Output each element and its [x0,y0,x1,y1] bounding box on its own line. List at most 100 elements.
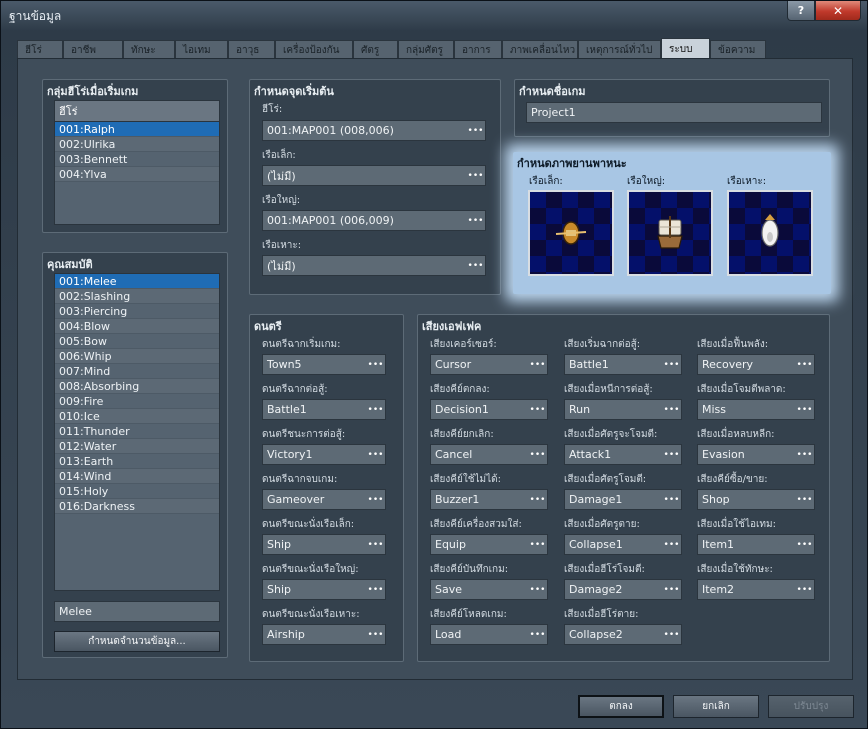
start-party-item[interactable]: 001:Ralph [55,122,219,137]
browse-icon[interactable]: ••• [530,448,546,461]
music-1-field[interactable]: Town5 ••• [262,354,386,375]
start-party-list[interactable]: ฮีโร่ 001:Ralph 002:Ulrika 003:Bennett 004:… [54,100,220,225]
browse-icon[interactable]: ••• [530,628,546,641]
tab-10[interactable]: ภาพเคลื่อนไหว [502,40,578,59]
browse-icon[interactable]: ••• [797,403,813,416]
browse-icon[interactable]: ••• [530,403,546,416]
sfx-col3-2-field[interactable]: Miss ••• [697,399,815,420]
sfx-col1-5-field[interactable]: Equip ••• [430,534,548,555]
browse-icon[interactable]: ••• [797,538,813,551]
music-7-field[interactable]: Airship ••• [262,624,386,645]
start-boat-field[interactable]: (ไม่มี) ••• [262,165,486,186]
ok-button[interactable]: ตกลง [578,695,664,718]
browse-icon[interactable]: ••• [468,169,484,182]
sfx-col2-7-field[interactable]: Collapse2 ••• [564,624,682,645]
sfx-col2-6-field[interactable]: Damage2 ••• [564,579,682,600]
attribute-item[interactable]: 002:Slashing [55,289,219,304]
tab-1[interactable]: ฮีโร่ [17,40,63,59]
start-party-item[interactable]: 002:Ulrika [55,137,219,152]
attribute-item[interactable]: 014:Wind [55,469,219,484]
sfx-col2-1-field[interactable]: Battle1 ••• [564,354,682,375]
attribute-item[interactable]: 011:Thunder [55,424,219,439]
airship-graphic-tile[interactable] [727,190,813,276]
sfx-col1-6-field[interactable]: Save ••• [430,579,548,600]
browse-icon[interactable]: ••• [664,583,680,596]
tab-8[interactable]: กลุ่มศัตรู [398,40,454,59]
tab-13[interactable]: ข้อความ [710,40,766,59]
start-party-item[interactable]: 004:Ylva [55,167,219,182]
browse-icon[interactable]: ••• [468,124,484,137]
browse-icon[interactable]: ••• [368,403,384,416]
tab-7[interactable]: ศัตรู [353,40,398,59]
title-bar[interactable]: ฐานข้อมูล [1,1,868,31]
tab-3[interactable]: ทักษะ [123,40,175,59]
ship-graphic-tile[interactable] [627,190,713,276]
attribute-item[interactable]: 003:Piercing [55,304,219,319]
sfx-col2-5-field[interactable]: Collapse1 ••• [564,534,682,555]
browse-icon[interactable]: ••• [530,583,546,596]
browse-icon[interactable]: ••• [368,628,384,641]
attribute-item[interactable]: 006:Whip [55,349,219,364]
music-2-field[interactable]: Battle1 ••• [262,399,386,420]
attribute-item[interactable]: 009:Fire [55,394,219,409]
tab-12[interactable]: ระบบ [661,38,710,60]
attribute-item[interactable]: 005:Bow [55,334,219,349]
game-title-input[interactable]: Project1 [526,102,822,123]
start-airship-field[interactable]: (ไม่มี) ••• [262,255,486,276]
tab-4[interactable]: ไอเทม [175,40,228,59]
browse-icon[interactable]: ••• [368,493,384,506]
sfx-col2-2-field[interactable]: Run ••• [564,399,682,420]
attribute-item[interactable]: 016:Darkness [55,499,219,514]
attribute-item[interactable]: 010:Ice [55,409,219,424]
browse-icon[interactable]: ••• [664,403,680,416]
sfx-col2-4-field[interactable]: Damage1 ••• [564,489,682,510]
browse-icon[interactable]: ••• [530,493,546,506]
help-button[interactable]: ? [787,1,815,21]
change-maximum-button[interactable]: กำหนดจำนวนข้อมูล... [54,631,220,652]
browse-icon[interactable]: ••• [664,493,680,506]
sfx-col3-3-field[interactable]: Evasion ••• [697,444,815,465]
attribute-item[interactable]: 007:Mind [55,364,219,379]
music-6-field[interactable]: Ship ••• [262,579,386,600]
browse-icon[interactable]: ••• [368,448,384,461]
sfx-col2-3-field[interactable]: Attack1 ••• [564,444,682,465]
browse-icon[interactable]: ••• [530,538,546,551]
sfx-col3-5-field[interactable]: Item1 ••• [697,534,815,555]
music-5-field[interactable]: Ship ••• [262,534,386,555]
browse-icon[interactable]: ••• [664,358,680,371]
tab-9[interactable]: อาการ [454,40,502,59]
attribute-name-field[interactable]: Melee [54,601,220,622]
browse-icon[interactable]: ••• [530,358,546,371]
music-4-field[interactable]: Gameover ••• [262,489,386,510]
browse-icon[interactable]: ••• [664,448,680,461]
apply-button[interactable]: ปรับปรุง [768,695,854,718]
attributes-list[interactable]: 001:Melee 002:Slashing 003:Piercing 004:Blo… [54,273,220,591]
attribute-item[interactable]: 004:Blow [55,319,219,334]
start-party-item[interactable]: 003:Bennett [55,152,219,167]
browse-icon[interactable]: ••• [368,358,384,371]
attribute-item[interactable]: 012:Water [55,439,219,454]
close-button[interactable]: ✕ [815,1,861,21]
cancel-button[interactable]: ยกเลิก [673,695,759,718]
music-3-field[interactable]: Victory1 ••• [262,444,386,465]
start-ship-field[interactable]: 001:MAP001 (006,009) ••• [262,210,486,231]
tab-5[interactable]: อาวุธ [228,40,275,59]
attribute-item[interactable]: 013:Earth [55,454,219,469]
sfx-col1-3-field[interactable]: Cancel ••• [430,444,548,465]
browse-icon[interactable]: ••• [664,538,680,551]
browse-icon[interactable]: ••• [468,259,484,272]
browse-icon[interactable]: ••• [368,538,384,551]
attribute-item[interactable]: 008:Absorbing [55,379,219,394]
sfx-col1-7-field[interactable]: Load ••• [430,624,548,645]
attribute-item[interactable]: 015:Holy [55,484,219,499]
browse-icon[interactable]: ••• [368,583,384,596]
sfx-col3-1-field[interactable]: Recovery ••• [697,354,815,375]
tab-6[interactable]: เครื่องป้องกัน [275,40,353,59]
browse-icon[interactable]: ••• [797,448,813,461]
start-hero-field[interactable]: 001:MAP001 (008,006) ••• [262,120,486,141]
browse-icon[interactable]: ••• [797,583,813,596]
attribute-item[interactable]: 001:Melee [55,274,219,289]
tab-2[interactable]: อาชีพ [63,40,123,59]
sfx-col1-2-field[interactable]: Decision1 ••• [430,399,548,420]
browse-icon[interactable]: ••• [468,214,484,227]
